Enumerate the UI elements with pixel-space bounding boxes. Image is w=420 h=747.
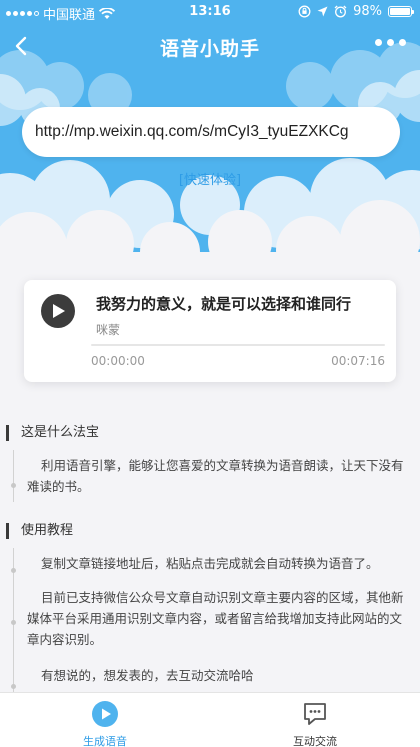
chat-bubble-icon — [302, 701, 328, 727]
status-indicators: 98% — [298, 4, 414, 19]
more-dot-icon — [387, 39, 394, 46]
url-input[interactable] — [22, 107, 400, 157]
progress-bar[interactable] — [91, 344, 385, 346]
battery-percent: 98% — [353, 4, 382, 19]
tab-bar: 生成语音 互动交流 — [0, 692, 420, 747]
timeline-dot — [11, 483, 16, 488]
quick-trial-link[interactable]: [快速体验] — [0, 169, 420, 188]
header-banner: 中国联通 13:16 98% 语音小助手 http://mp.weixin.qq… — [0, 0, 420, 262]
timeline-line — [13, 450, 14, 502]
timeline-dot — [11, 568, 16, 573]
location-icon — [317, 6, 328, 17]
more-dot-icon — [399, 39, 406, 46]
section-paragraph: 复制文章链接地址后，粘贴点击完成就会自动转换为语音了。 — [41, 556, 379, 571]
section-paragraph: 有想说的，想发表的，去互动交流哈哈 — [41, 668, 254, 683]
play-icon — [53, 304, 65, 318]
tab-label: 生成语音 — [83, 735, 127, 747]
timeline-dot — [11, 684, 16, 689]
page-title: 语音小助手 — [159, 38, 260, 60]
section-heading: 这是什么法宝 — [6, 425, 99, 441]
tab-generate-voice[interactable]: 生成语音 — [0, 693, 210, 747]
section-paragraph: 利用语音引擎，能够让您喜爱的文章转换为语音朗读，让天下没有难读的书。 — [27, 458, 404, 494]
audio-player-card: 我努力的意义，就是可以选择和谁同行 咪蒙 00:00:00 00:07:16 — [24, 280, 396, 382]
more-dot-icon — [375, 39, 382, 46]
track-author: 咪蒙 — [96, 323, 121, 337]
play-button[interactable] — [41, 294, 75, 328]
status-bar: 中国联通 13:16 98% — [0, 0, 420, 23]
battery-icon — [388, 6, 414, 17]
play-circle-icon — [92, 701, 118, 727]
battery-level — [390, 8, 410, 15]
track-title: 我努力的意义，就是可以选择和谁同行 — [96, 295, 352, 313]
alarm-icon — [334, 5, 347, 18]
orientation-lock-icon — [298, 5, 311, 18]
timeline-dot — [11, 620, 16, 625]
total-time: 00:07:16 — [331, 354, 385, 368]
tab-interaction[interactable]: 互动交流 — [210, 693, 420, 747]
more-options-button[interactable] — [375, 39, 406, 46]
section-paragraph: 目前已支持微信公众号文章自动识别文章主要内容的区域，其他新媒体平台采用通用识别文… — [27, 590, 404, 647]
nav-bar: 语音小助手 — [0, 22, 420, 70]
current-time: 00:00:00 — [91, 354, 145, 368]
section-heading: 使用教程 — [6, 523, 73, 539]
tab-label: 互动交流 — [293, 735, 337, 747]
